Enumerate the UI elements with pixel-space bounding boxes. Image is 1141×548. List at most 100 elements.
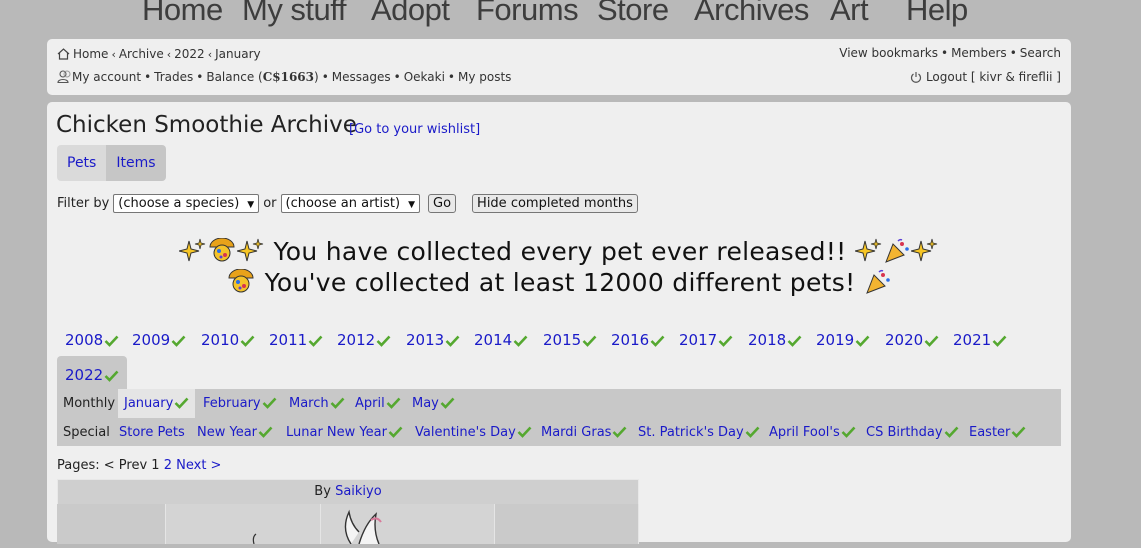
my-account-link[interactable]: My account	[72, 70, 141, 84]
wishlist-link[interactable]: [Go to your wishlist]	[349, 122, 480, 137]
oekaki-link[interactable]: Oekaki	[404, 70, 445, 84]
year-2011[interactable]: 2011	[261, 329, 331, 351]
month-january[interactable]: January	[118, 389, 196, 420]
year-2021[interactable]: 2021	[945, 329, 1015, 351]
month-may[interactable]: May	[412, 389, 455, 418]
next-page-link[interactable]: Next >	[176, 458, 221, 473]
by-label: By	[314, 484, 331, 499]
pages-label: Pages:	[57, 458, 100, 473]
user-links: My account • Trades • Balance (C$1663) • Messa…	[57, 70, 511, 86]
tab-items[interactable]: Items	[106, 145, 166, 181]
special-easter[interactable]: Easter	[969, 418, 1026, 447]
check-icon	[440, 391, 455, 420]
trades-link[interactable]: Trades	[154, 70, 193, 84]
year-2009[interactable]: 2009	[124, 329, 194, 351]
home-icon	[57, 48, 70, 63]
sparkles-icon	[179, 238, 207, 270]
search-link[interactable]: Search	[1020, 46, 1061, 60]
year-2018[interactable]: 2018	[740, 329, 810, 351]
breadcrumb-month[interactable]: January	[215, 47, 261, 61]
breadcrumb-archive[interactable]: Archive	[119, 47, 164, 61]
check-icon	[855, 331, 870, 353]
top-nav: Home My stuff Adopt Forums Store Archive…	[0, 0, 1141, 32]
view-bookmarks-link[interactable]: View bookmarks	[839, 46, 938, 60]
year-2012[interactable]: 2012	[329, 329, 399, 351]
prev-page: < Prev	[103, 458, 148, 473]
party-popper-icon	[864, 269, 892, 301]
special-april-fools[interactable]: April Fool's	[769, 418, 856, 447]
power-icon	[910, 71, 922, 86]
pet-cell[interactable]	[495, 504, 639, 544]
artist-link[interactable]: Saikiyo	[335, 484, 382, 499]
pet-grid	[57, 504, 639, 545]
special-mardi-gras[interactable]: Mardi Gras	[541, 418, 627, 447]
nav-my-stuff[interactable]: My stuff	[242, 0, 346, 28]
check-icon	[718, 331, 733, 353]
messages-link[interactable]: Messages	[332, 70, 391, 84]
month-april[interactable]: April	[355, 389, 401, 418]
members-link[interactable]: Members	[951, 46, 1007, 60]
check-icon	[376, 331, 391, 353]
balance-value: C$1663	[262, 70, 315, 84]
logout-link[interactable]: Logout [ kivr & fireflii ]	[926, 70, 1061, 84]
special-label: Special	[63, 425, 110, 440]
pet-cell[interactable]	[321, 504, 495, 545]
year-2014[interactable]: 2014	[466, 329, 536, 351]
check-icon	[992, 331, 1007, 353]
nav-adopt[interactable]: Adopt	[371, 0, 450, 28]
special-valentines-day[interactable]: Valentine's Day	[415, 418, 532, 447]
check-icon	[841, 420, 856, 449]
year-2016[interactable]: 2016	[603, 329, 673, 351]
check-icon	[944, 420, 959, 449]
check-icon	[612, 420, 627, 449]
breadcrumb-year[interactable]: 2022	[174, 47, 205, 61]
breadcrumb-home[interactable]: Home	[73, 47, 108, 61]
party-popper-icon	[883, 238, 911, 270]
pet-cell[interactable]	[166, 504, 321, 545]
year-2020[interactable]: 2020	[877, 329, 947, 351]
special-store-pets[interactable]: Store Pets	[119, 418, 185, 447]
year-2015[interactable]: 2015	[535, 329, 605, 351]
nav-art[interactable]: Art	[830, 0, 869, 28]
check-icon	[650, 331, 665, 353]
artist-header: By Saikiyo	[57, 479, 639, 505]
breadcrumb-separator: ‹	[207, 48, 213, 61]
go-button[interactable]: Go	[428, 194, 457, 213]
month-february[interactable]: February	[203, 389, 277, 418]
special-cs-birthday[interactable]: CS Birthday	[866, 418, 959, 447]
special-new-year[interactable]: New Year	[197, 418, 273, 447]
year-2019[interactable]: 2019	[808, 329, 878, 351]
year-2017[interactable]: 2017	[671, 329, 741, 351]
tab-pets[interactable]: Pets	[57, 145, 107, 181]
pet-image	[344, 509, 382, 545]
confetti-ball-icon	[207, 237, 237, 270]
nav-home[interactable]: Home	[142, 0, 223, 28]
year-2008[interactable]: 2008	[57, 329, 127, 351]
page-2-link[interactable]: 2	[164, 458, 172, 473]
species-select[interactable]: (choose a species) ▼	[113, 194, 260, 213]
nav-forums[interactable]: Forums	[476, 0, 579, 28]
check-icon	[445, 331, 460, 353]
balance-link[interactable]: Balance (C$1663)	[206, 70, 318, 84]
artist-select[interactable]: (choose an artist) ▼	[280, 194, 421, 213]
pet-cell[interactable]	[57, 504, 166, 544]
year-2022[interactable]: 2022	[57, 356, 128, 389]
year-2013[interactable]: 2013	[398, 329, 468, 351]
nav-help[interactable]: Help	[906, 0, 968, 28]
year-2010[interactable]: 2010	[193, 329, 263, 351]
special-st-patricks-day[interactable]: St. Patrick's Day	[638, 418, 760, 447]
check-icon	[174, 391, 189, 420]
special-lunar-new-year[interactable]: Lunar New Year	[286, 418, 403, 447]
hide-completed-button[interactable]: Hide completed months	[472, 194, 638, 213]
months-bar: Monthly January February March April May…	[57, 389, 1061, 446]
check-icon	[240, 331, 255, 353]
sparkles-icon	[854, 238, 883, 270]
check-icon	[745, 420, 760, 449]
logout: Logout [ kivr & fireflii ]	[910, 70, 1061, 86]
breadcrumb: Home ‹ Archive ‹ 2022 ‹ January	[57, 47, 261, 63]
my-posts-link[interactable]: My posts	[458, 70, 511, 84]
nav-archives[interactable]: Archives	[694, 0, 809, 28]
month-march[interactable]: March	[289, 389, 345, 418]
archive-tabs: Pets Items	[57, 145, 166, 181]
nav-store[interactable]: Store	[597, 0, 669, 28]
